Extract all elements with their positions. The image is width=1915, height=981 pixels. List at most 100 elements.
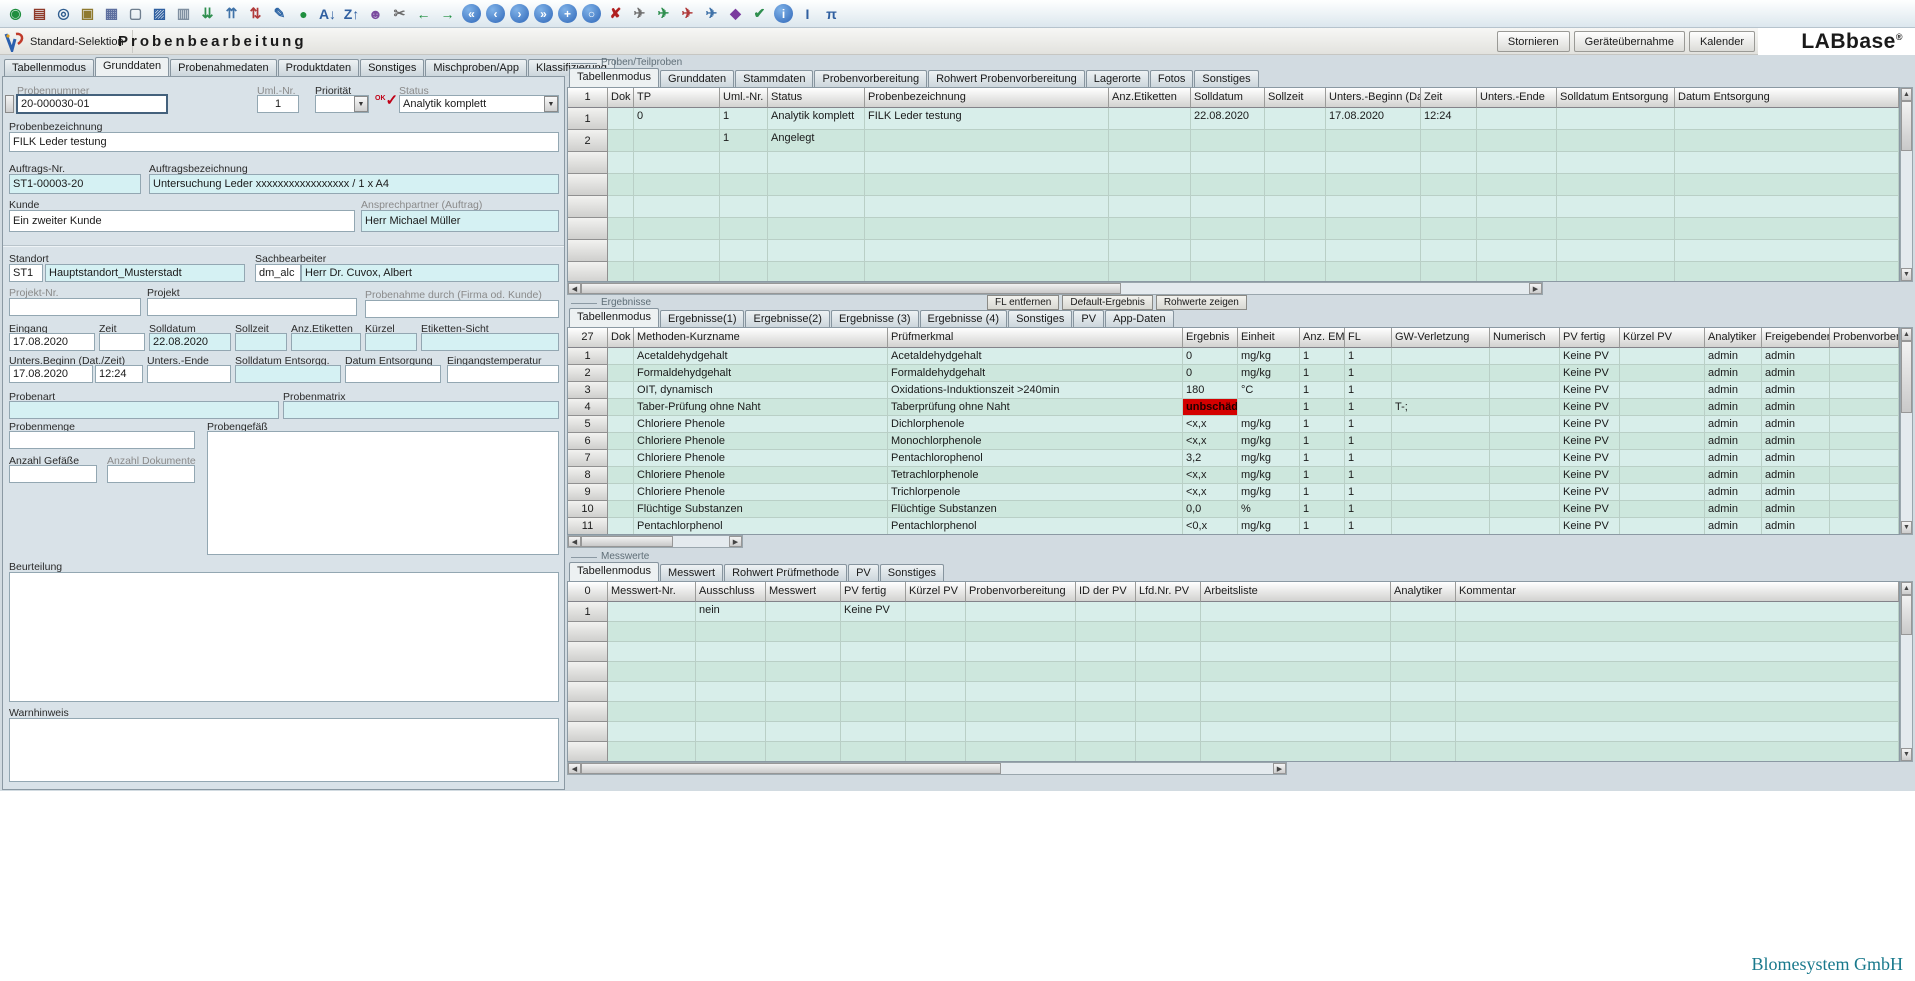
row-count-header[interactable]: 0 <box>568 582 608 602</box>
column-header-arbeitsliste[interactable]: Arbeitsliste <box>1201 582 1391 602</box>
messwert-table-row[interactable] <box>568 642 1899 662</box>
column-header-unters-beginn[interactable]: Unters.-Beginn (Dat./Zeit) <box>1326 88 1421 108</box>
scrollbar-thumb[interactable] <box>1901 341 1912 413</box>
column-header-messwert-nr[interactable]: Messwert-Nr. <box>608 582 696 602</box>
row-number[interactable] <box>568 702 608 722</box>
scroll-down-icon[interactable]: ▼ <box>1901 521 1912 534</box>
column-header-anz-em[interactable]: Anz. EM <box>1300 328 1345 348</box>
sort-icon[interactable]: ⇅ <box>244 2 267 25</box>
copy-icon[interactable]: ▣ <box>76 2 99 25</box>
tab-mess-sonstiges[interactable]: Sonstiges <box>879 564 945 581</box>
anzahl-dokumente-input[interactable] <box>107 465 195 483</box>
info-icon[interactable]: i <box>774 4 793 23</box>
column-header-dok[interactable]: Dok <box>608 328 634 348</box>
ergebnis-table-row[interactable]: 6 Chloriere Phenole Monochlorphenole <x,… <box>568 433 1899 450</box>
tab-proben-tabellenmodus[interactable]: Tabellenmodus <box>569 68 659 87</box>
projekt-nr-input[interactable] <box>9 298 141 316</box>
column-header-analytiker[interactable]: Analytiker <box>1391 582 1456 602</box>
ergebnis-table-row[interactable]: 1 Acetaldehydgehalt Acetaldehydgehalt 0 … <box>568 348 1899 365</box>
scrollbar-thumb[interactable] <box>581 283 1121 294</box>
status-select[interactable]: Analytik komplett <box>399 95 559 113</box>
tab-mess-messwert[interactable]: Messwert <box>660 564 724 581</box>
etiketten-sicht-input[interactable] <box>421 333 559 351</box>
formula-icon[interactable]: π <box>820 2 843 25</box>
ergebnis-table-row[interactable]: 10 Flüchtige Substanzen Flüchtige Substa… <box>568 501 1899 518</box>
uml-nr-input[interactable]: 1 <box>257 95 299 113</box>
probengefaess-textarea[interactable] <box>207 431 559 555</box>
tools-icon[interactable]: ✂ <box>388 2 411 25</box>
column-header-unters-ende[interactable]: Unters.-Ende <box>1477 88 1557 108</box>
row-number[interactable]: 8 <box>568 467 608 484</box>
column-header-datum-entsorgung[interactable]: Datum Entsorgung <box>1675 88 1899 108</box>
column-header-kuerzel-pv[interactable]: Kürzel PV <box>906 582 966 602</box>
probenmatrix-input[interactable] <box>283 401 559 419</box>
tab-mess-rohwert-pruefmethode[interactable]: Rohwert Prüfmethode <box>724 564 848 581</box>
row-number[interactable]: 7 <box>568 450 608 467</box>
scroll-left-icon[interactable]: ◀ <box>568 283 581 294</box>
solldatum-input[interactable]: 22.08.2020 <box>149 333 231 351</box>
unters-ende-input[interactable] <box>147 365 231 383</box>
scrollbar-thumb[interactable] <box>581 763 1001 774</box>
sort-az-icon[interactable]: A↓ <box>316 2 339 25</box>
scroll-right-icon[interactable]: ▶ <box>729 536 742 547</box>
prev-record-icon[interactable]: ‹ <box>486 4 505 23</box>
scroll-down-icon[interactable]: ▼ <box>1901 268 1912 281</box>
send-icon[interactable]: ✈ <box>628 2 651 25</box>
proben-table-row[interactable] <box>568 218 1899 240</box>
search-icon[interactable]: ◎ <box>52 2 75 25</box>
proben-table-row[interactable] <box>568 240 1899 262</box>
kuerzel-input[interactable] <box>365 333 417 351</box>
stornieren-button[interactable]: Stornieren <box>1496 31 1570 52</box>
row-number[interactable] <box>568 742 608 761</box>
projekt-input[interactable] <box>147 298 357 316</box>
tab-erg-2[interactable]: Ergebnisse(2) <box>745 310 830 327</box>
save-icon[interactable]: ▨ <box>148 2 171 25</box>
user-icon[interactable]: ☻ <box>364 2 387 25</box>
column-header-numerisch[interactable]: Numerisch <box>1490 328 1560 348</box>
row-number[interactable]: 6 <box>568 433 608 450</box>
reload-record-icon[interactable]: ○ <box>582 4 601 23</box>
tab-erg-sonstiges[interactable]: Sonstiges <box>1008 310 1073 327</box>
column-header-lfd-nr-pv[interactable]: Lfd.Nr. PV <box>1136 582 1201 602</box>
tab-proben-sonstiges[interactable]: Sonstiges <box>1194 70 1259 87</box>
column-header-sollzeit[interactable]: Sollzeit <box>1265 88 1326 108</box>
probenbezeichnung-input[interactable]: FILK Leder testung <box>9 132 559 152</box>
row-number[interactable]: 2 <box>568 130 608 152</box>
row-number[interactable]: 1 <box>568 348 608 365</box>
column-header-probenvorbereitung[interactable]: Probenvorbereitung <box>966 582 1076 602</box>
status-dropdown-icon[interactable]: ▼ <box>544 96 558 112</box>
row-number[interactable] <box>568 152 608 174</box>
geraeteuebernahme-button[interactable]: Geräteübernahme <box>1573 31 1685 52</box>
unters-beginn-zeit-input[interactable]: 12:24 <box>95 365 143 383</box>
first-record-icon[interactable]: « <box>462 4 481 23</box>
send-ok-icon[interactable]: ✈ <box>652 2 675 25</box>
column-header-id-der-pv[interactable]: ID der PV <box>1076 582 1136 602</box>
column-header-analytiker[interactable]: Analytiker <box>1705 328 1762 348</box>
approve-document-icon[interactable]: ✔ <box>748 2 771 25</box>
scrollbar-thumb[interactable] <box>1901 101 1912 151</box>
new-document-icon[interactable]: ▢ <box>124 2 147 25</box>
column-header-uml-nr[interactable]: Uml.-Nr. <box>720 88 768 108</box>
ergebnis-table-row[interactable]: 5 Chloriere Phenole Dichlorphenole <x,x … <box>568 416 1899 433</box>
delete-document-icon[interactable]: ✘ <box>604 2 627 25</box>
row-number[interactable]: 2 <box>568 365 608 382</box>
column-header-status[interactable]: Status <box>768 88 865 108</box>
column-header-tp[interactable]: TP <box>634 88 720 108</box>
ergebnis-table-row[interactable]: 4 Taber-Prüfung ohne Naht Taberprüfung o… <box>568 399 1899 416</box>
row-number[interactable] <box>568 642 608 662</box>
ergebnis-table-row[interactable]: 11 Pentachlorphenol Pentachlorphenol <0,… <box>568 518 1899 534</box>
sachbearbeiter-code-input[interactable]: dm_alc <box>255 264 301 282</box>
proben-table-row[interactable] <box>568 174 1899 196</box>
row-number[interactable]: 11 <box>568 518 608 534</box>
auftrags-nr-input[interactable]: ST1-00003-20 <box>9 174 141 194</box>
row-number[interactable]: 1 <box>568 108 608 130</box>
column-header-solldatum-entsorgung[interactable]: Solldatum Entsorgung <box>1557 88 1675 108</box>
proben-table-row[interactable] <box>568 196 1899 218</box>
ansprechpartner-input[interactable]: Herr Michael Müller <box>361 210 559 232</box>
tab-mess-tabellenmodus[interactable]: Tabellenmodus <box>569 562 659 581</box>
tab-proben-rohwert-probenvorbereitung[interactable]: Rohwert Probenvorbereitung <box>928 70 1085 87</box>
probenart-input[interactable] <box>9 401 279 419</box>
column-header-anz-etiketten[interactable]: Anz.Etiketten <box>1109 88 1191 108</box>
ergebnis-table-row[interactable]: 9 Chloriere Phenole Trichlorpenole <x,x … <box>568 484 1899 501</box>
column-header-pruefmerkmal[interactable]: Prüfmerkmal <box>888 328 1183 348</box>
